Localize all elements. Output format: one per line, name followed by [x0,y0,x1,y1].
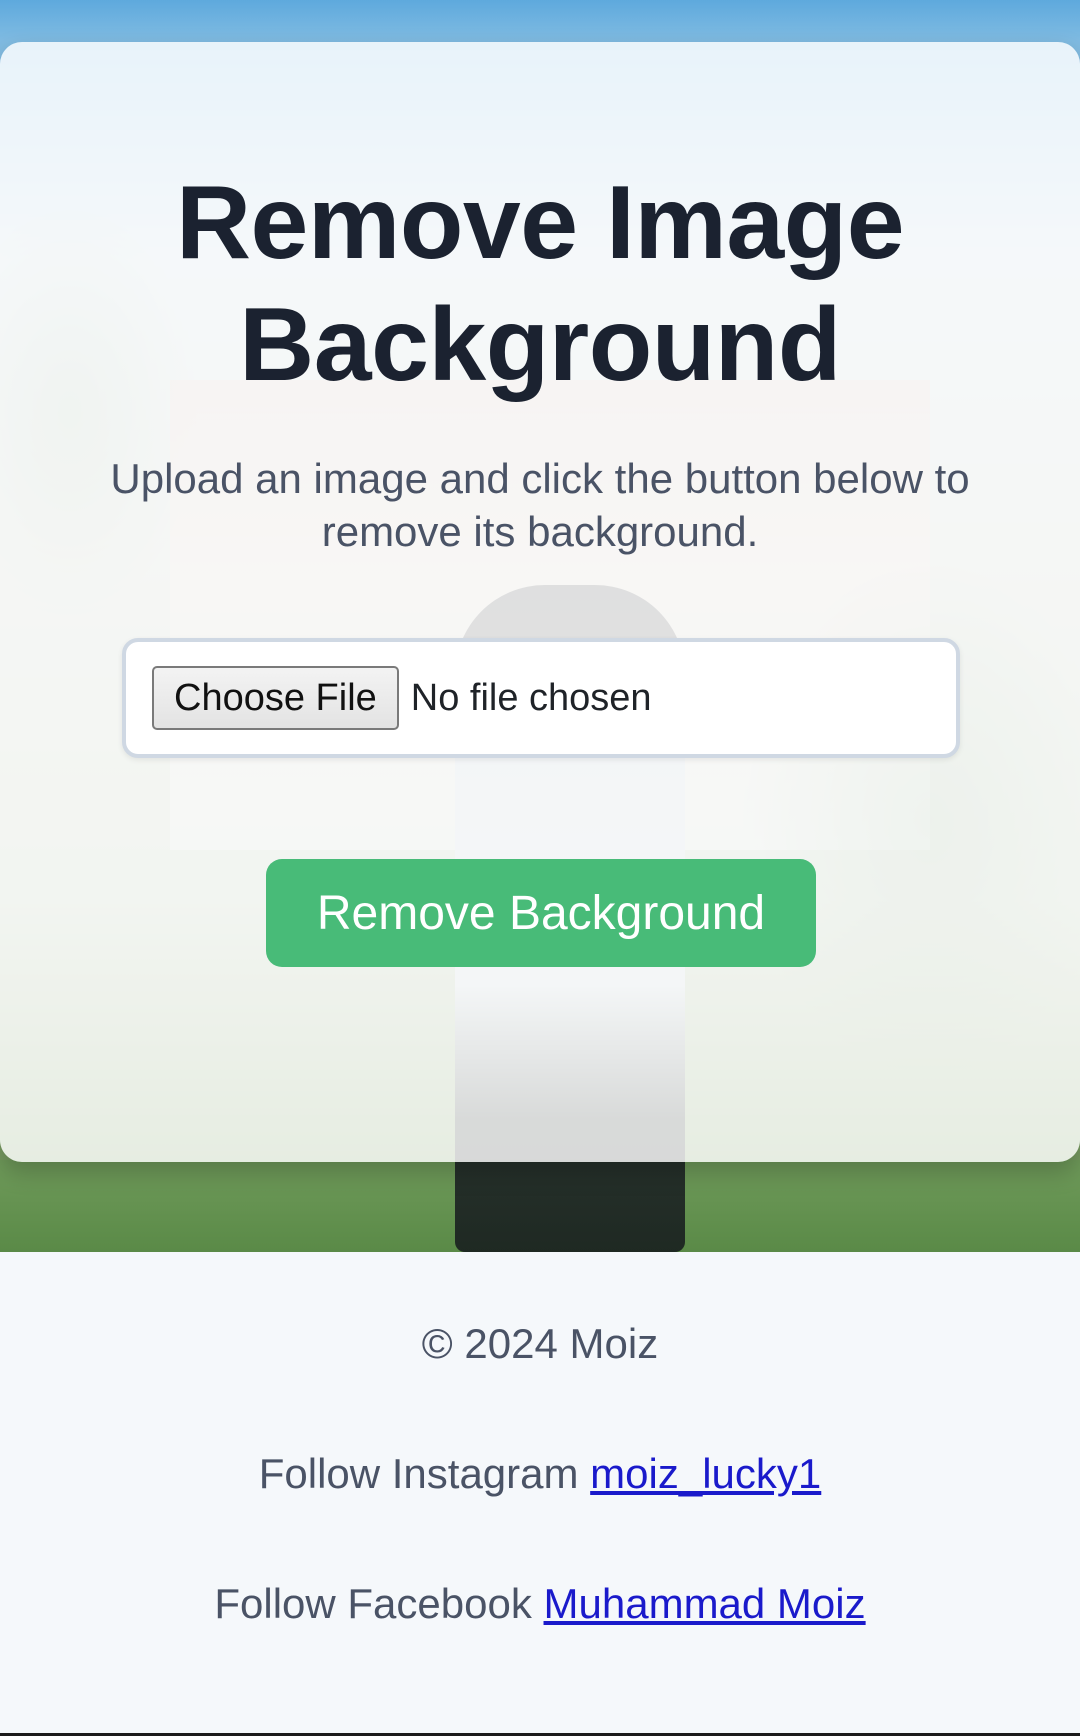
file-input[interactable]: Choose File No file chosen [122,638,960,758]
footer: © 2024 Moiz Follow Instagram moiz_lucky1… [0,1252,1080,1736]
copyright-text: © 2024 Moiz [421,1320,659,1367]
upload-card: Remove Image Background Upload an image … [0,42,1080,1162]
choose-file-button[interactable]: Choose File [152,666,399,730]
file-status-text: No file chosen [410,676,652,719]
facebook-prefix: Follow Facebook [214,1580,532,1627]
instagram-line: Follow Instagram moiz_lucky1 [0,1450,1080,1498]
facebook-line: Follow Facebook Muhammad Moiz [0,1580,1080,1628]
remove-background-button[interactable]: Remove Background [266,859,816,967]
page-subtitle: Upload an image and click the button bel… [110,455,970,555]
instagram-prefix: Follow Instagram [258,1450,579,1497]
instagram-link[interactable]: moiz_lucky1 [590,1450,821,1497]
page-title: Remove Image Background [175,165,905,403]
facebook-link[interactable]: Muhammad Moiz [544,1580,866,1627]
